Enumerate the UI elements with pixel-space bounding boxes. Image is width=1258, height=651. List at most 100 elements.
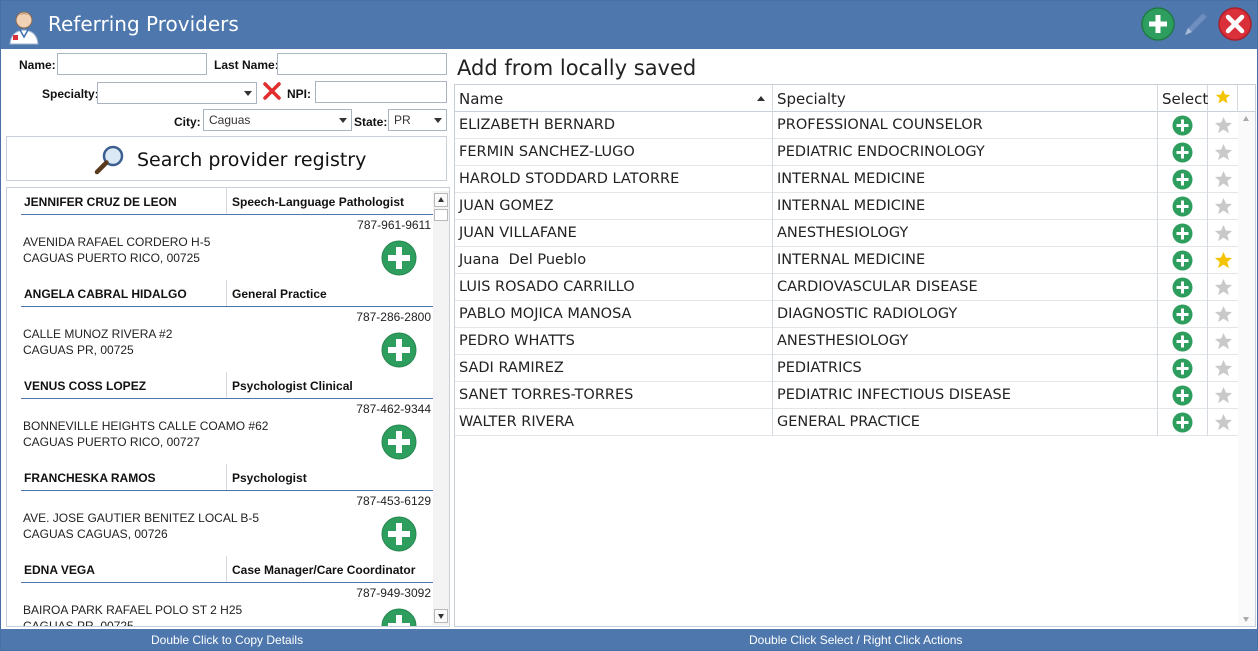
saved-provider-name: FERMIN SANCHEZ-LUGO bbox=[455, 139, 773, 166]
chevron-up-icon[interactable] bbox=[1243, 116, 1249, 121]
search-provider-registry-button[interactable]: Search provider registry bbox=[6, 136, 447, 181]
saved-provider-row[interactable]: JUAN VILLAFANE ANESTHESIOLOGY bbox=[455, 220, 1238, 247]
select-add-icon[interactable] bbox=[1172, 304, 1193, 325]
npi-input[interactable] bbox=[315, 81, 447, 103]
column-divider bbox=[226, 464, 227, 490]
saved-provider-row[interactable]: ELIZABETH BERNARD PROFESSIONAL COUNSELOR bbox=[455, 112, 1238, 139]
saved-provider-row[interactable]: JUAN GOMEZ INTERNAL MEDICINE bbox=[455, 193, 1238, 220]
select-add-icon[interactable] bbox=[1172, 169, 1193, 190]
edit-pencil-icon[interactable] bbox=[1179, 7, 1213, 41]
column-header-favorite[interactable] bbox=[1208, 85, 1238, 112]
add-provider-icon[interactable] bbox=[381, 240, 417, 276]
card-divider bbox=[21, 398, 433, 399]
scroll-thumb[interactable] bbox=[434, 209, 448, 221]
last-name-input[interactable] bbox=[277, 53, 447, 75]
saved-provider-row[interactable]: PEDRO WHATTS ANESTHESIOLOGY bbox=[455, 328, 1238, 355]
favorite-star-icon[interactable] bbox=[1214, 278, 1233, 297]
column-header-name[interactable]: Name bbox=[455, 85, 773, 112]
provider-card[interactable]: JENNIFER CRUZ DE LEON Speech-Language Pat… bbox=[21, 188, 433, 280]
provider-address-line1: BAIROA PARK RAFAEL POLO ST 2 H25 bbox=[23, 603, 243, 617]
provider-address-line1: BONNEVILLE HEIGHTS CALLE COAMO #62 bbox=[23, 419, 269, 433]
specialty-select[interactable] bbox=[97, 82, 257, 104]
saved-provider-row[interactable]: PABLO MOJICA MANOSA DIAGNOSTIC RADIOLOGY bbox=[455, 301, 1238, 328]
saved-providers-grid[interactable]: Name Specialty Select ELIZABETH BERNARD P… bbox=[454, 84, 1256, 627]
provider-card[interactable]: FRANCHESKA RAMOS Psychologist 787-453-6129… bbox=[21, 464, 433, 556]
saved-provider-specialty: GENERAL PRACTICE bbox=[773, 409, 1158, 436]
saved-provider-specialty: ANESTHESIOLOGY bbox=[773, 328, 1158, 355]
registry-results-container: JENNIFER CRUZ DE LEON Speech-Language Pat… bbox=[21, 188, 433, 627]
select-add-icon[interactable] bbox=[1172, 331, 1193, 352]
saved-panel-title: Add from locally saved bbox=[457, 56, 697, 80]
add-provider-icon[interactable] bbox=[381, 424, 417, 460]
status-left-hint: Double Click to Copy Details bbox=[151, 633, 304, 647]
name-input[interactable] bbox=[57, 53, 207, 75]
saved-provider-row[interactable]: Juana Del Pueblo INTERNAL MEDICINE bbox=[455, 247, 1238, 274]
favorite-star-icon[interactable] bbox=[1214, 386, 1233, 405]
scroll-up-button[interactable] bbox=[434, 193, 448, 207]
select-add-icon[interactable] bbox=[1172, 115, 1193, 136]
add-icon[interactable] bbox=[1141, 7, 1175, 41]
favorite-star-icon[interactable] bbox=[1214, 332, 1233, 351]
saved-provider-row[interactable]: SADI RAMIREZ PEDIATRICS bbox=[455, 355, 1238, 382]
favorite-star-icon[interactable] bbox=[1214, 170, 1233, 189]
select-add-icon[interactable] bbox=[1172, 385, 1193, 406]
favorite-star-icon[interactable] bbox=[1214, 143, 1233, 162]
provider-name: FRANCHESKA RAMOS bbox=[24, 471, 156, 485]
select-add-icon[interactable] bbox=[1172, 277, 1193, 298]
select-add-icon[interactable] bbox=[1172, 196, 1193, 217]
city-select[interactable]: Caguas bbox=[203, 109, 352, 131]
select-add-icon[interactable] bbox=[1172, 412, 1193, 433]
provider-card[interactable]: VENUS COSS LOPEZ Psychologist Clinical 787… bbox=[21, 372, 433, 464]
column-header-specialty[interactable]: Specialty bbox=[773, 85, 1158, 112]
saved-provider-row[interactable]: HAROLD STODDARD LATORRE INTERNAL MEDICINE bbox=[455, 166, 1238, 193]
provider-address-line1: AVE. JOSE GAUTIER BENITEZ LOCAL B-5 bbox=[23, 511, 260, 525]
provider-card[interactable]: EDNA VEGA Case Manager/Care Coordinator 78… bbox=[21, 556, 433, 627]
provider-address-line2: CAGUAS CAGUAS, 00726 bbox=[23, 527, 168, 541]
saved-provider-row[interactable]: FERMIN SANCHEZ-LUGO PEDIATRIC ENDOCRINOLO… bbox=[455, 139, 1238, 166]
favorite-star-icon[interactable] bbox=[1214, 359, 1233, 378]
favorite-star-icon[interactable] bbox=[1214, 197, 1233, 216]
column-select-label: Select bbox=[1162, 90, 1209, 108]
add-provider-icon[interactable] bbox=[381, 516, 417, 552]
grid-scrollbar[interactable] bbox=[1238, 112, 1255, 626]
star-icon bbox=[1215, 89, 1231, 104]
scroll-down-button[interactable] bbox=[434, 609, 448, 623]
select-add-icon[interactable] bbox=[1172, 142, 1193, 163]
chevron-up-icon bbox=[438, 197, 444, 202]
title-bar: Referring Providers bbox=[1, 1, 1257, 49]
state-select[interactable]: PR bbox=[388, 109, 447, 131]
saved-provider-specialty: DIAGNOSTIC RADIOLOGY bbox=[773, 301, 1158, 328]
saved-provider-row[interactable]: LUIS ROSADO CARRILLO CARDIOVASCULAR DISEA… bbox=[455, 274, 1238, 301]
column-header-select[interactable]: Select bbox=[1158, 85, 1208, 112]
state-label: State: bbox=[354, 115, 388, 129]
column-specialty-label: Specialty bbox=[777, 90, 846, 108]
saved-provider-row[interactable]: SANET TORRES-TORRES PEDIATRIC INFECTIOUS … bbox=[455, 382, 1238, 409]
provider-specialty: Case Manager/Care Coordinator bbox=[232, 563, 416, 577]
select-add-icon[interactable] bbox=[1172, 250, 1193, 271]
select-add-icon[interactable] bbox=[1172, 358, 1193, 379]
column-divider bbox=[226, 372, 227, 398]
favorite-star-icon[interactable] bbox=[1214, 116, 1233, 135]
provider-phone: 787-961-9611 bbox=[357, 218, 431, 232]
chevron-down-icon[interactable] bbox=[1243, 617, 1249, 622]
provider-card[interactable]: ANGELA CABRAL HIDALGO General Practice 787… bbox=[21, 280, 433, 372]
add-provider-icon[interactable] bbox=[381, 332, 417, 368]
registry-results-list[interactable]: JENNIFER CRUZ DE LEON Speech-Language Pat… bbox=[6, 187, 450, 627]
saved-provider-row[interactable]: WALTER RIVERA GENERAL PRACTICE bbox=[455, 409, 1238, 436]
status-bar: Double Click to Copy Details Double Clic… bbox=[1, 629, 1257, 650]
city-value: Caguas bbox=[209, 113, 251, 127]
favorite-star-icon[interactable] bbox=[1214, 413, 1233, 432]
provider-specialty: Speech-Language Pathologist bbox=[232, 195, 405, 209]
select-add-icon[interactable] bbox=[1172, 223, 1193, 244]
results-scrollbar[interactable] bbox=[433, 191, 449, 625]
chevron-down-icon bbox=[244, 91, 252, 96]
close-icon[interactable] bbox=[1218, 7, 1252, 41]
clear-specialty-icon[interactable] bbox=[262, 81, 282, 101]
grid-header: Name Specialty Select bbox=[455, 85, 1255, 112]
favorite-star-icon[interactable] bbox=[1214, 251, 1233, 270]
add-provider-icon[interactable] bbox=[381, 608, 417, 627]
chevron-down-icon bbox=[434, 118, 442, 123]
favorite-star-icon[interactable] bbox=[1214, 305, 1233, 324]
card-divider bbox=[21, 214, 433, 215]
favorite-star-icon[interactable] bbox=[1214, 224, 1233, 243]
